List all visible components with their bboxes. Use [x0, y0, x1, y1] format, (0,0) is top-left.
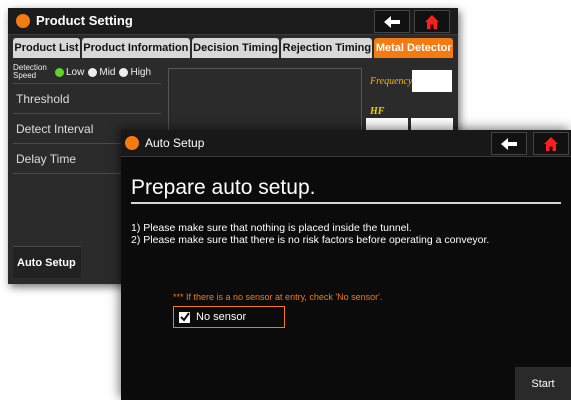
instructions: 1) Please make sure that nothing is plac…	[131, 222, 489, 246]
speed-mid-radio[interactable]: Mid	[88, 67, 115, 78]
tab-rejection-timing[interactable]: Rejection Timing	[281, 38, 373, 58]
tab-decision-timing[interactable]: Decision Timing	[191, 38, 280, 58]
radio-unselected-icon	[88, 67, 98, 77]
tab-bar: Product List Product Information Decisio…	[13, 38, 454, 58]
speed-low-radio[interactable]: Low	[55, 67, 84, 78]
window-title: Product Setting	[36, 13, 133, 28]
no-sensor-checkbox[interactable]: No sensor	[173, 306, 285, 328]
instruction-line-2: 2) Please make sure that there is no ris…	[131, 234, 490, 246]
auto-setup-dialog: Auto Setup Prepare auto setup. 1) Please…	[121, 130, 571, 400]
dialog-home-button[interactable]	[533, 132, 569, 155]
frequency-label: Frequency	[370, 76, 413, 87]
back-arrow-icon	[384, 15, 400, 28]
dialog-title-bar: Auto Setup	[121, 130, 571, 157]
speed-high-label: High	[130, 66, 152, 78]
title-bar: Product Setting	[8, 8, 458, 35]
speed-high-radio[interactable]: High	[119, 67, 151, 78]
speed-low-label: Low	[66, 66, 85, 78]
back-button[interactable]	[374, 10, 410, 33]
dialog-back-button[interactable]	[491, 132, 527, 155]
no-sensor-label: No sensor	[196, 311, 247, 323]
home-button[interactable]	[414, 10, 450, 33]
radio-selected-icon	[55, 67, 64, 77]
dialog-title: Auto Setup	[145, 136, 205, 150]
status-circle-icon	[125, 136, 139, 150]
detection-speed-label: Detection Speed	[13, 63, 47, 80]
status-circle-icon	[16, 14, 30, 28]
instruction-line-1: 1) Please make sure that nothing is plac…	[131, 222, 412, 234]
title-divider	[131, 202, 561, 204]
home-icon	[544, 136, 558, 151]
auto-setup-button[interactable]: Auto Setup	[13, 246, 81, 278]
start-button[interactable]: Start	[515, 367, 571, 400]
tab-product-list[interactable]: Product List	[13, 38, 80, 58]
speed-mid-label: Mid	[99, 66, 116, 78]
back-arrow-icon	[501, 137, 517, 150]
sensor-note: *** If there is a no sensor at entry, ch…	[173, 292, 383, 302]
threshold-row[interactable]: Threshold	[13, 84, 161, 114]
checkmark-icon	[179, 311, 190, 323]
tab-metal-detector[interactable]: Metal Detector	[374, 38, 454, 58]
radio-unselected-icon	[119, 67, 129, 77]
page-title: Prepare auto setup.	[131, 176, 316, 199]
tab-product-information[interactable]: Product Information	[81, 38, 190, 58]
home-icon	[425, 14, 439, 29]
frequency-field[interactable]	[412, 70, 452, 92]
hf-label: HF	[370, 106, 385, 117]
detection-speed-row: Detection Speed Low Mid High	[13, 61, 161, 84]
